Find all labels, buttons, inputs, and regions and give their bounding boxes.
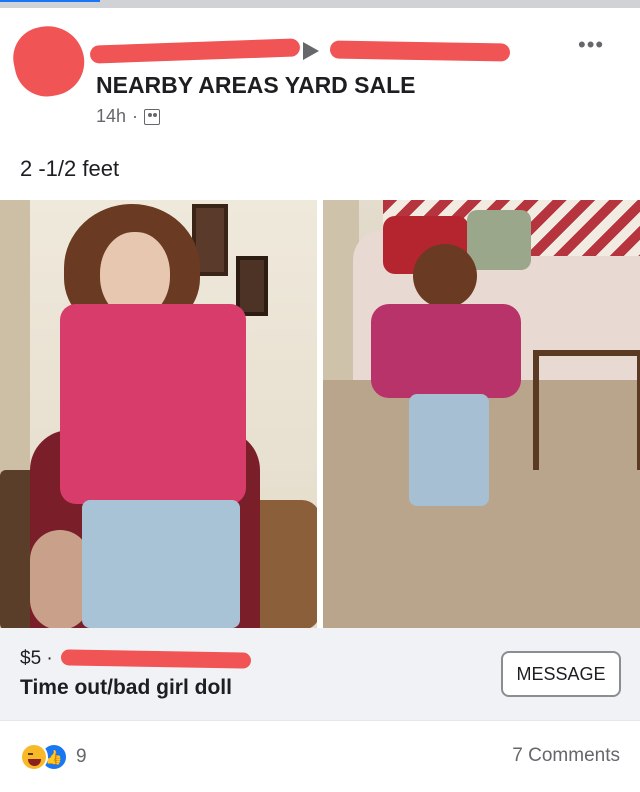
doll-pants [82,500,240,628]
listing-details: $5 · Time out/bad girl doll MESSAGE [0,628,640,720]
listing-title: Time out/bad girl doll [20,676,232,699]
post-footer: 👍 9 7 Comments [0,720,640,792]
top-divider-accent [0,0,100,2]
price-line: $5 · [20,648,251,670]
reaction-count: 9 [76,746,87,767]
doll-hair [413,244,477,308]
top-divider [0,0,640,8]
more-options-icon[interactable]: ••• [578,32,604,58]
author-name-redaction [89,38,301,64]
post-header: NEARBY AREAS YARD SALE 14h · ••• [0,8,640,138]
post-timestamp[interactable]: 14h [96,106,126,127]
comments-count-link[interactable]: 7 Comments [512,745,620,767]
photo-pillow [467,210,531,270]
reactions-summary[interactable]: 👍 9 [20,743,87,771]
haha-icon [20,743,48,771]
doll-shirt [371,304,521,398]
post-meta: 14h · [96,106,161,127]
avatar-redaction [7,19,91,103]
doll-pants [409,394,489,506]
author-name-redaction-2 [329,40,511,62]
photo-coffee-table [533,350,640,470]
meta-separator: · [132,106,139,126]
group-audience-icon [144,108,161,125]
doll-shirt [60,304,246,504]
photo-wall-frame [236,256,268,316]
group-name-link[interactable]: NEARBY AREAS YARD SALE [96,72,416,99]
doll-front-photo[interactable] [0,200,317,628]
photo-grid [0,200,640,628]
post-text: 2 -1/2 feet [20,156,120,181]
photo-person-arm [30,530,90,628]
message-button[interactable]: MESSAGE [501,651,621,697]
doll-back-photo[interactable] [323,200,640,628]
shared-to-arrow-icon [303,42,319,60]
location-redaction [60,649,251,669]
listing-price: $5 · [20,648,53,669]
